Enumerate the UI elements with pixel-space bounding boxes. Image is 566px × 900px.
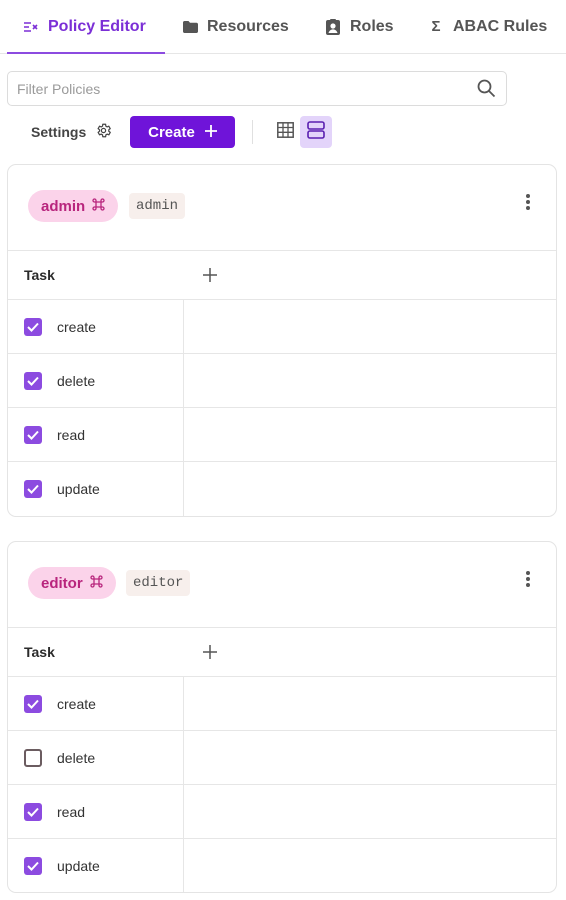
permission-label: create [57, 695, 96, 712]
tab-label: Roles [350, 17, 394, 35]
table-icon [276, 121, 294, 143]
permission-checkbox[interactable] [24, 857, 42, 875]
tab-resources[interactable]: Resources [165, 0, 308, 53]
permission-row: update [8, 462, 556, 516]
permission-checkbox[interactable] [24, 480, 42, 498]
role-card-header: editor editor [8, 542, 556, 628]
role-key: editor [126, 570, 191, 596]
tab-label: ABAC Rules [453, 17, 548, 35]
plus-icon [204, 124, 217, 141]
tab-label: Policy Editor [48, 17, 146, 35]
filter-policies [7, 71, 507, 106]
policy-icon [22, 18, 40, 36]
settings-button[interactable]: Settings [31, 116, 112, 148]
role-card-admin: admin admin Task create delete read upda… [7, 164, 557, 517]
tab-roles[interactable]: Roles [308, 0, 411, 53]
table-view-button[interactable] [269, 116, 301, 148]
column-header-task: Task [24, 267, 55, 283]
permission-checkbox[interactable] [24, 694, 42, 713]
column-header-task: Task [24, 644, 55, 660]
permission-row: delete [8, 731, 556, 785]
tab-bar: Policy Editor Resources Roles Σ ABAC Rul… [0, 0, 566, 54]
role-card-header: admin admin [8, 165, 556, 251]
column-header-row: Task [8, 628, 556, 677]
rows-icon [307, 120, 325, 144]
column-header-row: Task [8, 251, 556, 300]
role-name: editor [41, 574, 83, 592]
permission-checkbox[interactable] [24, 748, 42, 767]
settings-label: Settings [31, 124, 87, 140]
toolbar: Settings Create [0, 116, 566, 148]
rows-view-button[interactable] [300, 116, 332, 148]
create-label: Create [148, 123, 195, 141]
role-name: admin [41, 197, 86, 215]
role-card-editor: editor editor Task create delete read up… [7, 541, 557, 893]
sigma-icon: Σ [431, 18, 441, 35]
permission-label: read [57, 426, 86, 443]
command-icon [90, 574, 103, 592]
permission-label: update [57, 481, 100, 497]
search-icon[interactable] [466, 71, 506, 106]
create-button[interactable]: Create [130, 116, 235, 148]
permission-label: read [57, 803, 86, 820]
permission-row: read [8, 785, 556, 839]
permission-row: create [8, 300, 556, 354]
tab-abac-rules[interactable]: Σ ABAC Rules [411, 0, 566, 53]
add-column-icon[interactable] [200, 642, 220, 662]
tab-label: Resources [207, 17, 289, 35]
tab-policy-editor[interactable]: Policy Editor [0, 0, 165, 54]
filter-input[interactable] [8, 72, 466, 105]
permission-label: delete [57, 372, 96, 389]
permission-label: update [57, 858, 100, 874]
permission-label: delete [57, 749, 96, 766]
permission-row: update [8, 839, 556, 892]
command-icon [92, 197, 105, 215]
permission-row: read [8, 408, 556, 462]
add-column-icon[interactable] [200, 265, 220, 285]
permission-checkbox[interactable] [24, 371, 42, 390]
role-key: admin [129, 193, 186, 219]
badge-icon [324, 18, 342, 36]
toolbar-divider [252, 120, 253, 144]
permission-checkbox[interactable] [24, 802, 42, 821]
role-pill-editor[interactable]: editor [28, 567, 116, 599]
permission-label: create [57, 318, 96, 335]
gear-icon [95, 122, 112, 142]
folder-icon [181, 18, 199, 36]
permission-row: create [8, 677, 556, 731]
more-options-icon[interactable] [520, 191, 536, 213]
more-options-icon[interactable] [520, 568, 536, 590]
permission-checkbox[interactable] [24, 317, 42, 336]
permission-checkbox[interactable] [24, 425, 42, 444]
role-pill-admin[interactable]: admin [28, 190, 119, 222]
permission-row: delete [8, 354, 556, 408]
